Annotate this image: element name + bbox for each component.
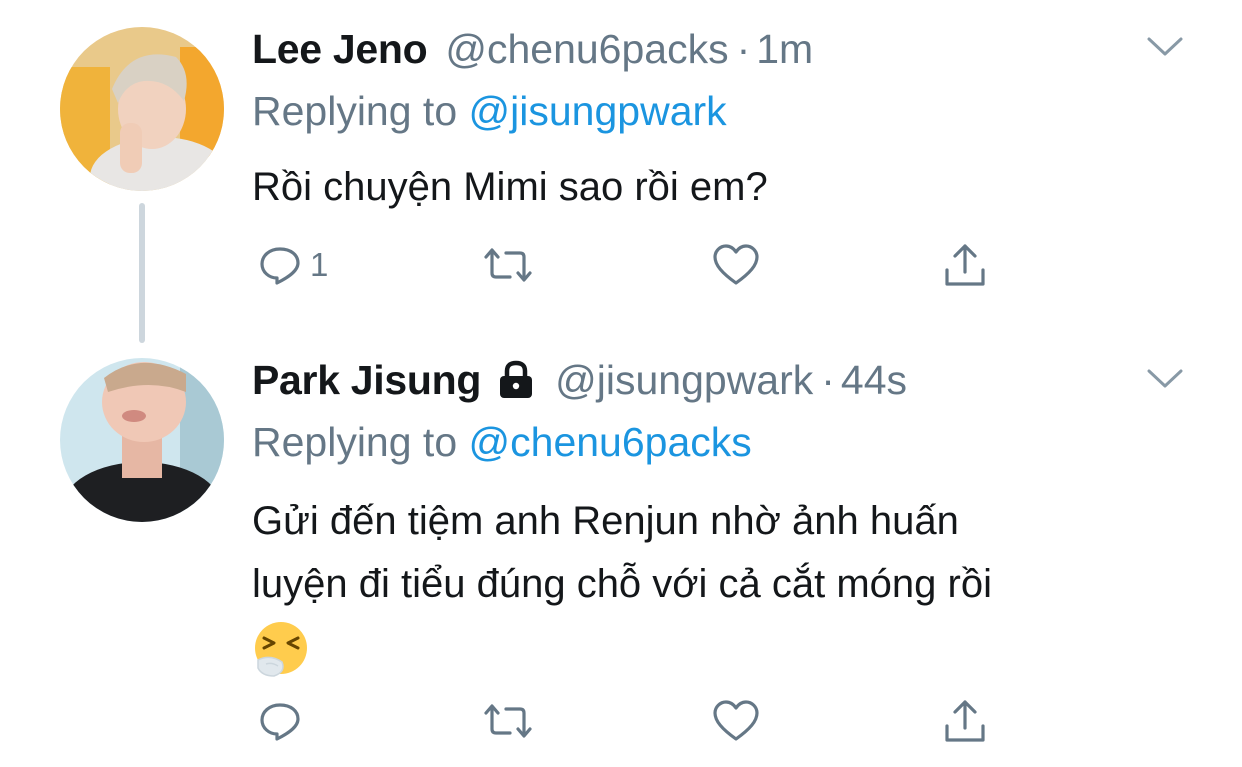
- reply-button[interactable]: 1: [258, 240, 328, 290]
- avatar[interactable]: [60, 27, 224, 191]
- lock-icon: [500, 360, 533, 398]
- share-button[interactable]: [942, 696, 988, 746]
- tweet-text: Rồi chuyện Mimi sao rồi em?: [252, 156, 1212, 219]
- replying-to-mention[interactable]: @jisungpwark: [469, 88, 727, 134]
- separator-dot: ·: [821, 357, 835, 403]
- chevron-down-icon[interactable]: [1146, 35, 1184, 59]
- display-name[interactable]: Lee Jeno: [252, 24, 428, 74]
- tweet-text-line: Gửi đến tiệm anh Renjun nhờ ảnh huấn: [252, 499, 959, 543]
- user-handle[interactable]: @chenu6packs: [445, 24, 728, 74]
- replying-to: Replying to @chenu6packs: [252, 417, 752, 467]
- chevron-down-icon[interactable]: [1146, 367, 1184, 391]
- tweet-park-jisung[interactable]: Park Jisung @jisungpwark · 44s Replying …: [0, 330, 1242, 767]
- like-icon: [713, 244, 759, 285]
- display-name[interactable]: Park Jisung: [252, 355, 481, 405]
- reply-icon: [260, 703, 300, 741]
- retweet-button[interactable]: [480, 240, 536, 290]
- tweet-actions: 1: [258, 240, 1018, 290]
- replying-to-label: Replying to: [252, 419, 458, 465]
- sneezing-face-emoji: [255, 622, 307, 678]
- tweet-text-line: luyện đi tiểu đúng chỗ với cả cắt móng r…: [252, 562, 992, 606]
- tweet-header: Lee Jeno @chenu6packs · 1m: [252, 24, 813, 74]
- replying-to-label: Replying to: [252, 88, 458, 134]
- tweet-emoji-line: [252, 616, 1212, 679]
- replying-to: Replying to @jisungpwark: [252, 86, 727, 136]
- tweet-text: Gửi đến tiệm anh Renjun nhờ ảnh huấn luy…: [252, 490, 1212, 679]
- tweet-text-line: Rồi chuyện Mimi sao rồi em?: [252, 165, 768, 209]
- share-icon: [945, 700, 985, 742]
- like-icon: [713, 700, 759, 741]
- separator-dot: ·: [736, 26, 751, 72]
- user-handle[interactable]: @jisungpwark: [555, 355, 813, 405]
- replying-to-mention[interactable]: @chenu6packs: [469, 419, 752, 465]
- tweet-lee-jeno[interactable]: Lee Jeno @chenu6packs · 1m Replying to @…: [0, 0, 1242, 330]
- share-button[interactable]: [942, 240, 988, 290]
- tweet-actions: [258, 696, 1018, 746]
- retweet-icon: [484, 704, 532, 738]
- timestamp[interactable]: 44s: [841, 355, 907, 405]
- like-button[interactable]: [712, 240, 760, 290]
- like-button[interactable]: [712, 696, 760, 746]
- reply-icon: [260, 247, 300, 285]
- timestamp[interactable]: 1m: [756, 24, 813, 74]
- retweet-icon: [484, 248, 532, 282]
- tweet-header: Park Jisung @jisungpwark · 44s: [252, 355, 907, 405]
- reply-count: 1: [310, 246, 329, 283]
- avatar-photo: [60, 358, 224, 522]
- retweet-button[interactable]: [480, 696, 536, 746]
- reply-button[interactable]: [258, 696, 302, 746]
- avatar-photo: [60, 27, 224, 191]
- share-icon: [945, 244, 985, 286]
- avatar[interactable]: [60, 358, 224, 522]
